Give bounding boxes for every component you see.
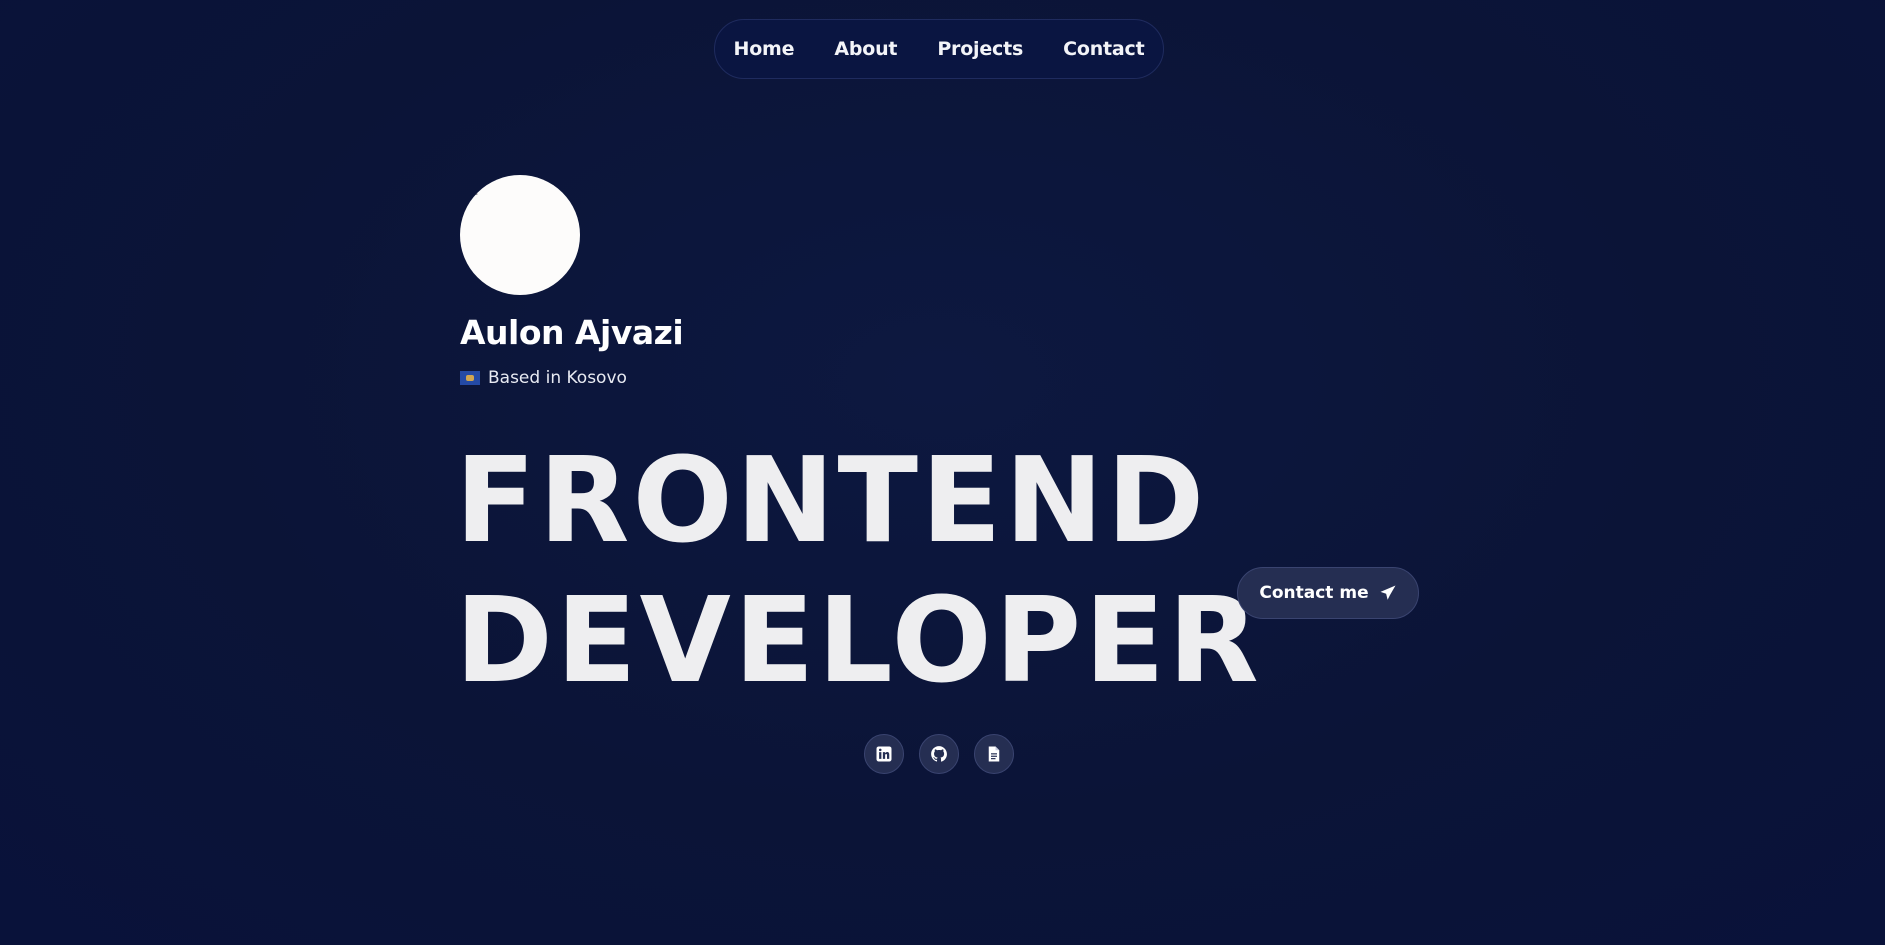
document-icon: [988, 746, 1000, 762]
location-row: Based in Kosovo: [460, 368, 627, 388]
broken-image-icon: ⊿: [471, 188, 479, 198]
location-text: Based in Kosovo: [488, 368, 627, 388]
paper-plane-icon: [1380, 585, 1396, 600]
github-icon: [931, 746, 947, 762]
linkedin-button[interactable]: [864, 734, 904, 774]
profile-name: Aulon Ajvazi: [460, 313, 684, 352]
social-links: [864, 734, 1014, 774]
nav-projects-link[interactable]: Projects: [937, 38, 1023, 60]
hero-line-2: DEVELOPER: [455, 571, 1262, 709]
github-button[interactable]: [919, 734, 959, 774]
resume-button[interactable]: [974, 734, 1014, 774]
linkedin-icon: [876, 746, 892, 762]
hero-line-1: FRONTEND: [455, 431, 1208, 569]
nav-home-link[interactable]: Home: [734, 38, 795, 60]
nav-contact-link[interactable]: Contact: [1063, 38, 1145, 60]
kosovo-flag-icon: [460, 371, 480, 385]
contact-me-button[interactable]: Contact me: [1237, 567, 1419, 619]
hero-headline: FRONTEND DEVELOPER: [455, 430, 1262, 710]
top-navbar: Home About Projects Contact: [714, 19, 1164, 79]
nav-about-link[interactable]: About: [834, 38, 897, 60]
contact-me-label: Contact me: [1259, 583, 1369, 603]
profile-avatar: ⊿: [460, 175, 580, 295]
